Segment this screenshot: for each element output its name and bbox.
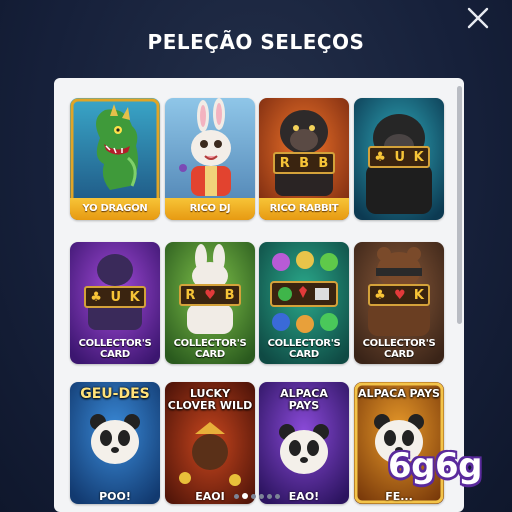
slot-reel: ♣ ♥ K bbox=[368, 284, 430, 306]
reel-symbol: R bbox=[185, 287, 196, 303]
game-logo-text: ALPACA PAYS bbox=[358, 387, 440, 400]
reel-symbol: B bbox=[299, 155, 309, 171]
reel-symbol: ♥ bbox=[204, 287, 216, 303]
game-logo-text: LUCKY CLOVER WILD bbox=[165, 388, 255, 412]
pagination-dot[interactable] bbox=[259, 493, 264, 499]
game-card-gorilla[interactable]: ♣ U K bbox=[354, 98, 444, 220]
game-title-line: COLLECTOR'S bbox=[362, 338, 436, 349]
game-title-line: COLLECTOR'S bbox=[78, 338, 152, 349]
game-title: COLLECTOR'S CARD bbox=[259, 338, 349, 360]
game-title-line: COLLECTOR'S bbox=[173, 338, 247, 349]
game-title: RICO DJ bbox=[165, 198, 255, 220]
game-title: COLLECTOR'S CARD bbox=[165, 338, 255, 360]
game-title: COLLECTOR'S CARD bbox=[354, 338, 444, 360]
reel-symbol: U bbox=[110, 289, 122, 305]
pagination-dot[interactable] bbox=[242, 493, 248, 499]
close-button[interactable] bbox=[466, 6, 490, 30]
reel-symbol: K bbox=[413, 149, 424, 165]
game-title: POO! bbox=[99, 490, 131, 503]
game-title-line: CARD bbox=[289, 349, 319, 360]
game-card-collectors-card-3[interactable]: COLLECTOR'S CARD bbox=[259, 242, 349, 364]
reel-symbol: R bbox=[279, 155, 290, 171]
game-title: YO DRAGON bbox=[70, 198, 160, 220]
game-title-line: COLLECTOR'S bbox=[267, 338, 341, 349]
slot-reel: ♣ U K bbox=[368, 146, 430, 168]
game-title-line: CARD bbox=[384, 349, 414, 360]
game-title: FE... bbox=[385, 490, 413, 503]
reel-symbol: ♣ bbox=[374, 287, 386, 303]
game-card-geu-des[interactable]: GEU-DES POO! bbox=[70, 382, 160, 504]
pagination-dot[interactable] bbox=[275, 493, 280, 499]
game-logo-text: ALPACA PAYS bbox=[259, 388, 349, 412]
pagination-dot[interactable] bbox=[234, 493, 239, 499]
game-card-lucky-clover-wild[interactable]: LUCKY CLOVER WILD EAOI bbox=[165, 382, 255, 504]
reel-symbol: B bbox=[224, 287, 235, 303]
game-card-collectors-card-4[interactable]: ♣ ♥ K COLLECTOR'S CARD bbox=[354, 242, 444, 364]
game-title: RICO RABBIT bbox=[259, 198, 349, 220]
game-card-rico-dj[interactable]: RICO DJ bbox=[165, 98, 255, 220]
reel-symbol: ♥ bbox=[393, 287, 406, 303]
game-card-collectors-card-2[interactable]: R ♥ B COLLECTOR'S CARD bbox=[165, 242, 255, 364]
close-icon bbox=[467, 7, 489, 29]
reel-symbol: K bbox=[413, 287, 424, 303]
game-card-alpaca-pays-1[interactable]: ALPACA PAYS EAO! bbox=[259, 382, 349, 504]
reel-symbol: B bbox=[318, 155, 329, 171]
modal-title: PELEÇÃO SELEÇOS bbox=[147, 30, 365, 54]
pagination-dots[interactable] bbox=[225, 492, 289, 500]
pagination-dot[interactable] bbox=[251, 493, 256, 499]
game-logo-text: GEU-DES bbox=[80, 386, 150, 402]
slot-reel: ♣ U K bbox=[84, 286, 146, 308]
reel-symbol: ♣ bbox=[374, 149, 386, 165]
game-logo-line: CLOVER WILD bbox=[167, 399, 253, 412]
game-title-line: CARD bbox=[195, 349, 225, 360]
game-title: COLLECTOR'S CARD bbox=[70, 338, 160, 360]
slot-reel: R ♥ B bbox=[179, 284, 241, 306]
game-card-rico-rabbit[interactable]: R B B RICO RABBIT bbox=[259, 98, 349, 220]
reel-symbol: ♣ bbox=[90, 289, 102, 305]
scrollbar-thumb[interactable] bbox=[457, 86, 462, 324]
pagination-dot[interactable] bbox=[267, 493, 272, 499]
game-logo-line: PAYS bbox=[288, 399, 320, 412]
reel-symbol: U bbox=[394, 149, 406, 165]
game-title-line: CARD bbox=[100, 349, 130, 360]
game-card-yo-dragon[interactable]: YO DRAGON bbox=[70, 98, 160, 220]
watermark-logo: 6g6g bbox=[388, 446, 483, 486]
reel-symbol: K bbox=[129, 289, 140, 305]
game-card-collectors-card-1[interactable]: ♣ U K COLLECTOR'S CARD bbox=[70, 242, 160, 364]
slot-reel: R B B bbox=[273, 152, 335, 174]
